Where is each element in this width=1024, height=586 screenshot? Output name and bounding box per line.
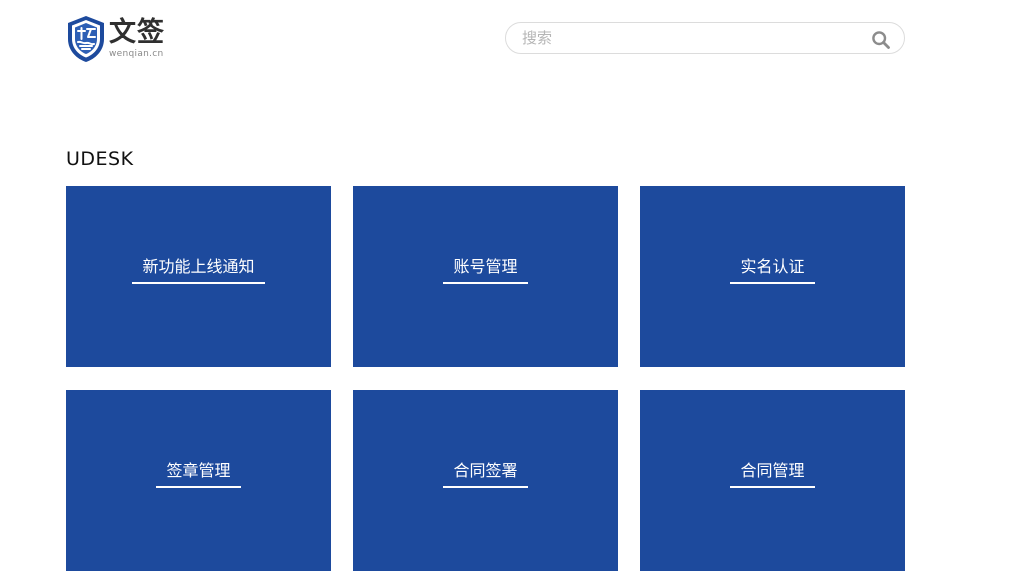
page: 文签 wenqian.cn UDESK 新功能上线通知 账号管理 实名认证 签章… [0, 0, 1024, 586]
logo-text: 文签 wenqian.cn [109, 15, 165, 60]
category-card-real-name-verification[interactable]: 实名认证 [640, 186, 905, 367]
logo-name: 文签 [109, 17, 165, 48]
category-card-label: 实名认证 [730, 256, 815, 284]
logo-domain: wenqian.cn [109, 49, 164, 59]
category-card-contract-signing[interactable]: 合同签署 [353, 390, 618, 571]
category-card-contract-management[interactable]: 合同管理 [640, 390, 905, 571]
category-card-label: 账号管理 [443, 256, 528, 284]
category-card-label: 合同管理 [730, 460, 815, 488]
search-icon[interactable] [871, 30, 891, 50]
category-card-new-features[interactable]: 新功能上线通知 [66, 186, 331, 367]
category-card-account-management[interactable]: 账号管理 [353, 186, 618, 367]
category-card-label: 签章管理 [156, 460, 241, 488]
category-card-seal-management[interactable]: 签章管理 [66, 390, 331, 571]
category-grid: 新功能上线通知 账号管理 实名认证 签章管理 合同签署 合同管理 [66, 186, 906, 571]
search-input[interactable] [522, 23, 852, 53]
search-box [505, 22, 905, 54]
section-title: UDESK [66, 148, 134, 170]
logo-link[interactable]: 文签 wenqian.cn [66, 15, 165, 65]
category-card-label: 合同签署 [443, 460, 528, 488]
shield-logo-icon [68, 16, 104, 62]
category-card-label: 新功能上线通知 [132, 256, 265, 284]
